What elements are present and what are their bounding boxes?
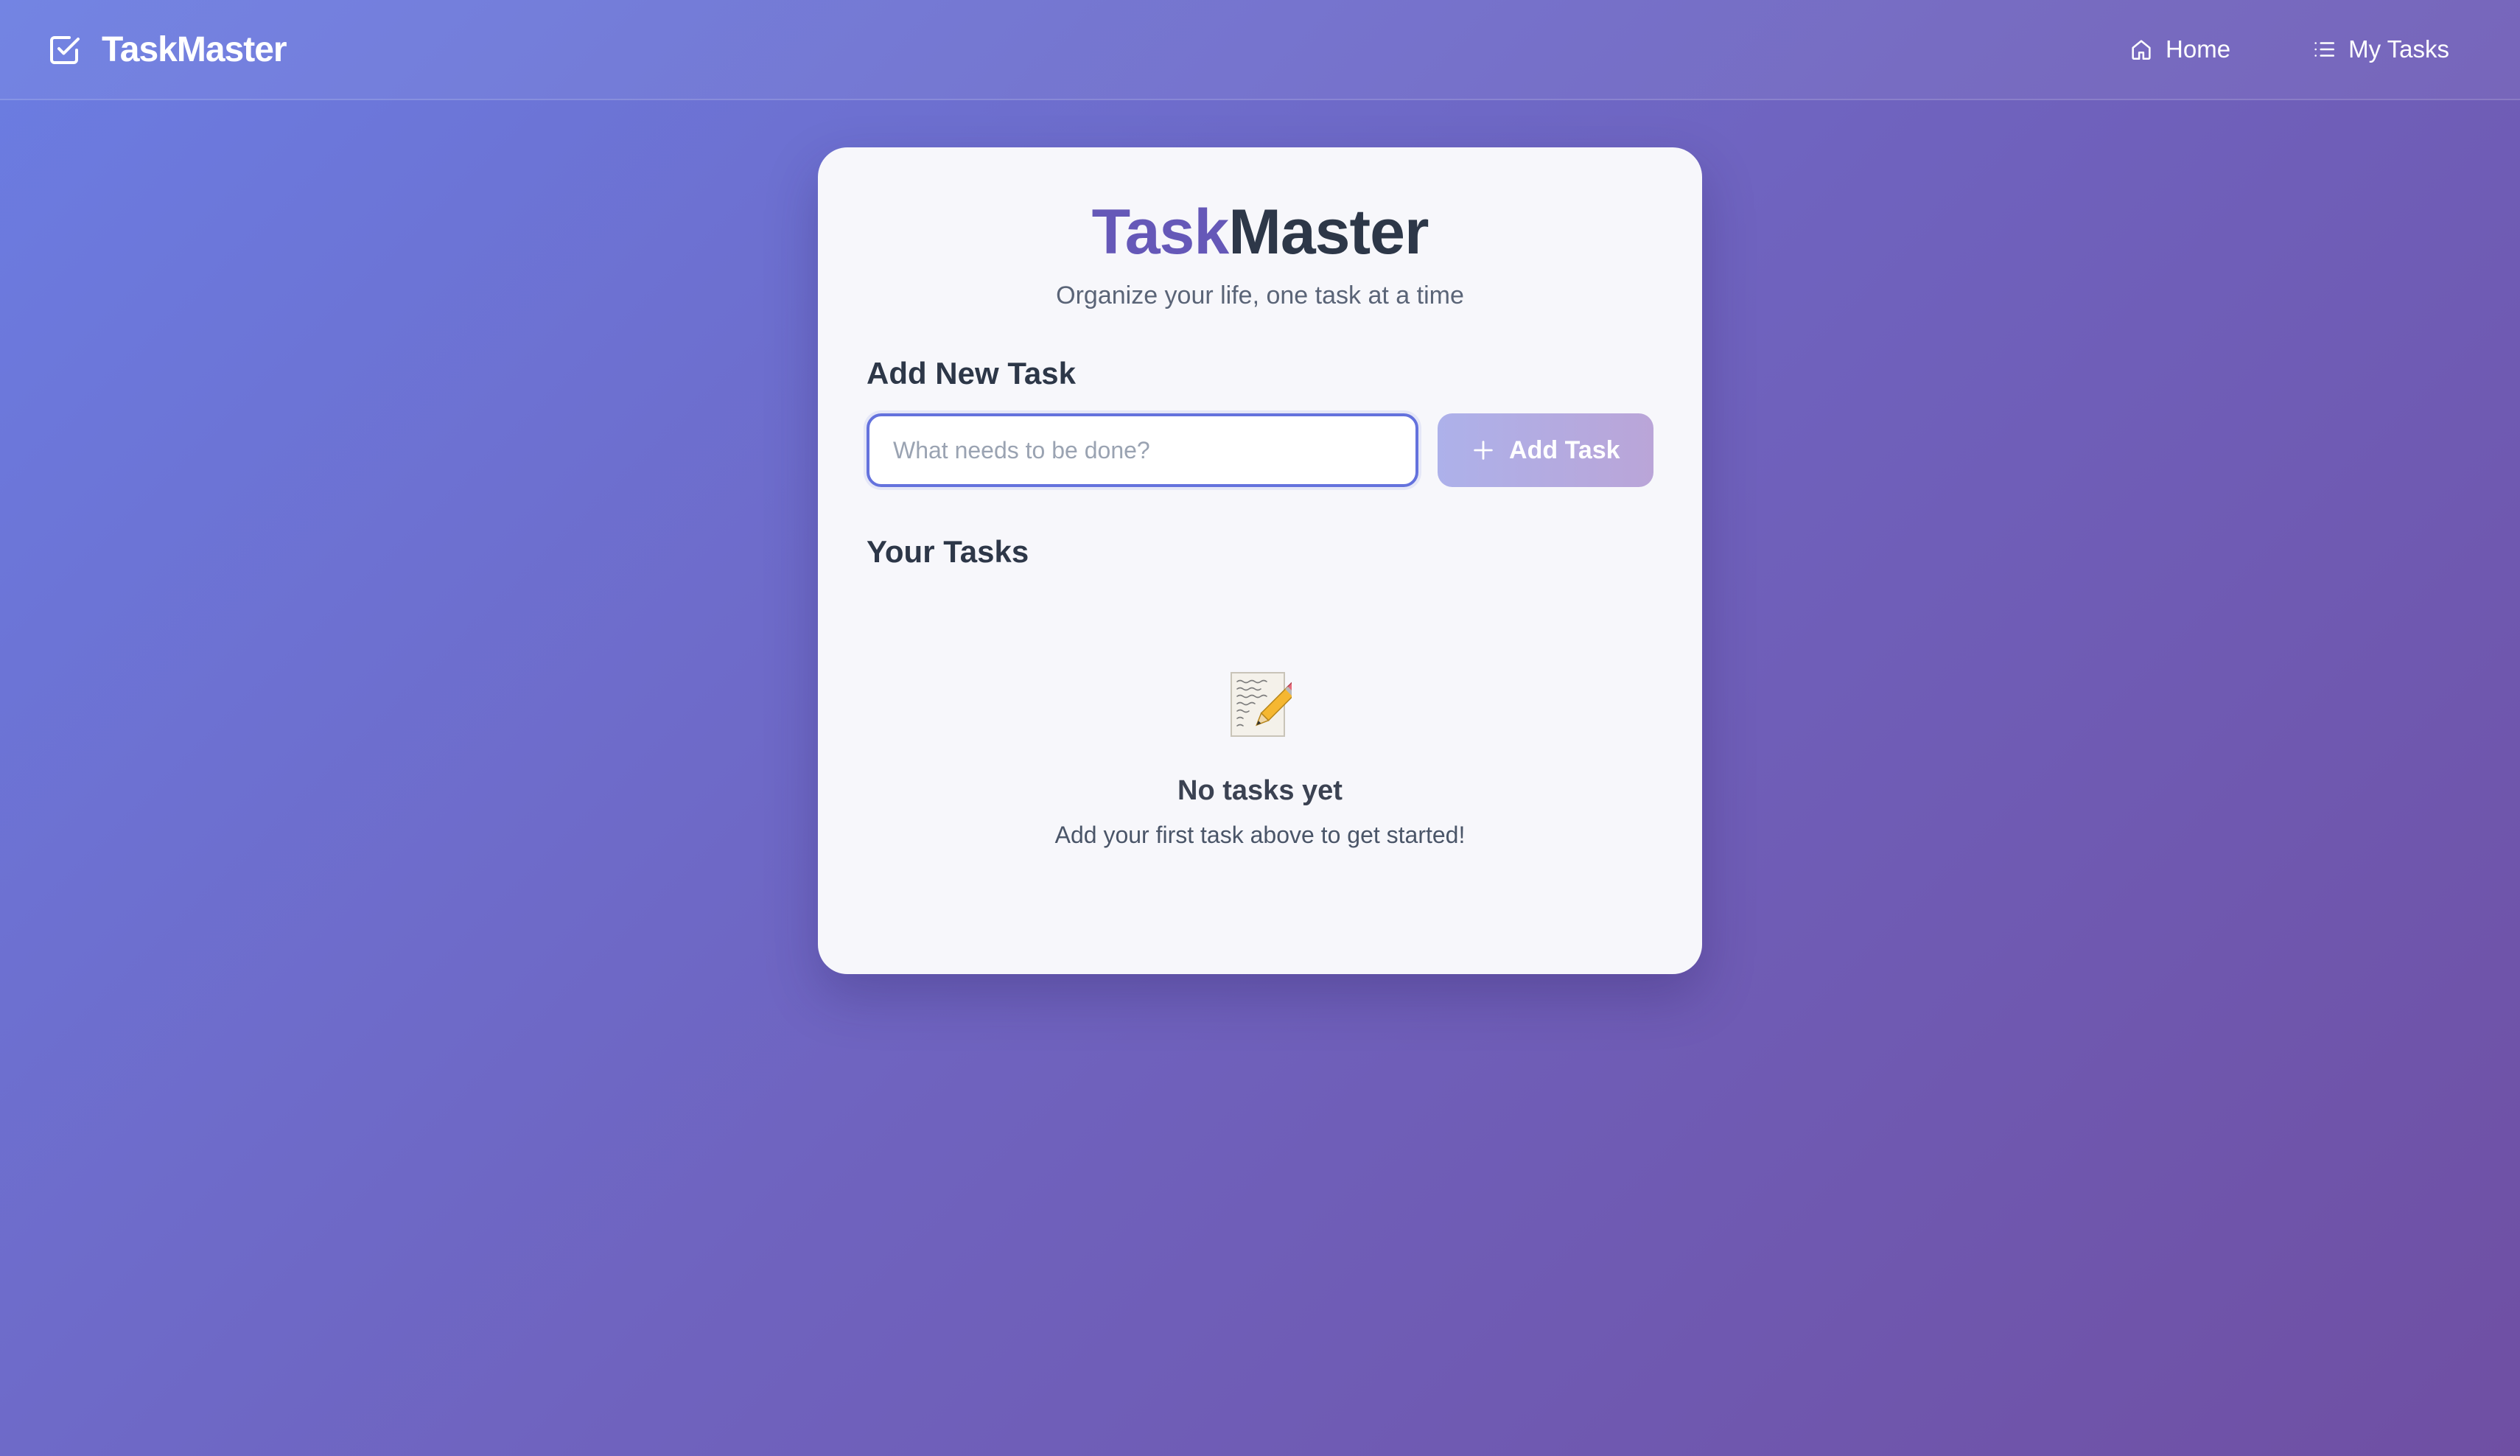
- hero-title: TaskMaster: [867, 200, 1653, 264]
- nav-link-home[interactable]: Home: [2129, 35, 2230, 63]
- add-task-form: Add Task: [867, 413, 1653, 487]
- empty-state: No tasks yet Add your first task above t…: [867, 670, 1653, 849]
- nav-link-my-tasks-label: My Tasks: [2348, 35, 2449, 63]
- nav-link-home-label: Home: [2166, 35, 2231, 63]
- task-input[interactable]: [867, 413, 1418, 487]
- nav-link-my-tasks[interactable]: My Tasks: [2311, 35, 2449, 63]
- checkbox-icon: [47, 32, 83, 67]
- hero-title-accent: Task: [1091, 197, 1230, 267]
- your-tasks-heading: Your Tasks: [867, 534, 1029, 569]
- hero-title-rest: Master: [1228, 197, 1429, 267]
- nav-links: Home My Tasks: [2129, 35, 2449, 63]
- add-task-heading: Add New Task: [867, 356, 1076, 391]
- task-card: TaskMaster Organize your life, one task …: [818, 147, 1702, 974]
- list-icon: [2311, 37, 2337, 62]
- add-task-button-label: Add Task: [1509, 435, 1620, 464]
- plus-icon: [1471, 438, 1496, 463]
- empty-state-subtitle: Add your first task above to get started…: [1054, 822, 1466, 848]
- add-task-button[interactable]: Add Task: [1437, 413, 1653, 487]
- hero-subtitle: Organize your life, one task at a time: [1056, 281, 1464, 309]
- brand-logo-link[interactable]: TaskMaster: [47, 29, 287, 70]
- memo-icon: [1228, 670, 1292, 739]
- empty-state-title: No tasks yet: [1177, 775, 1343, 806]
- top-navbar: TaskMaster Home My Tasks: [0, 0, 2520, 100]
- home-icon: [2129, 37, 2154, 62]
- brand-name: TaskMaster: [102, 29, 287, 69]
